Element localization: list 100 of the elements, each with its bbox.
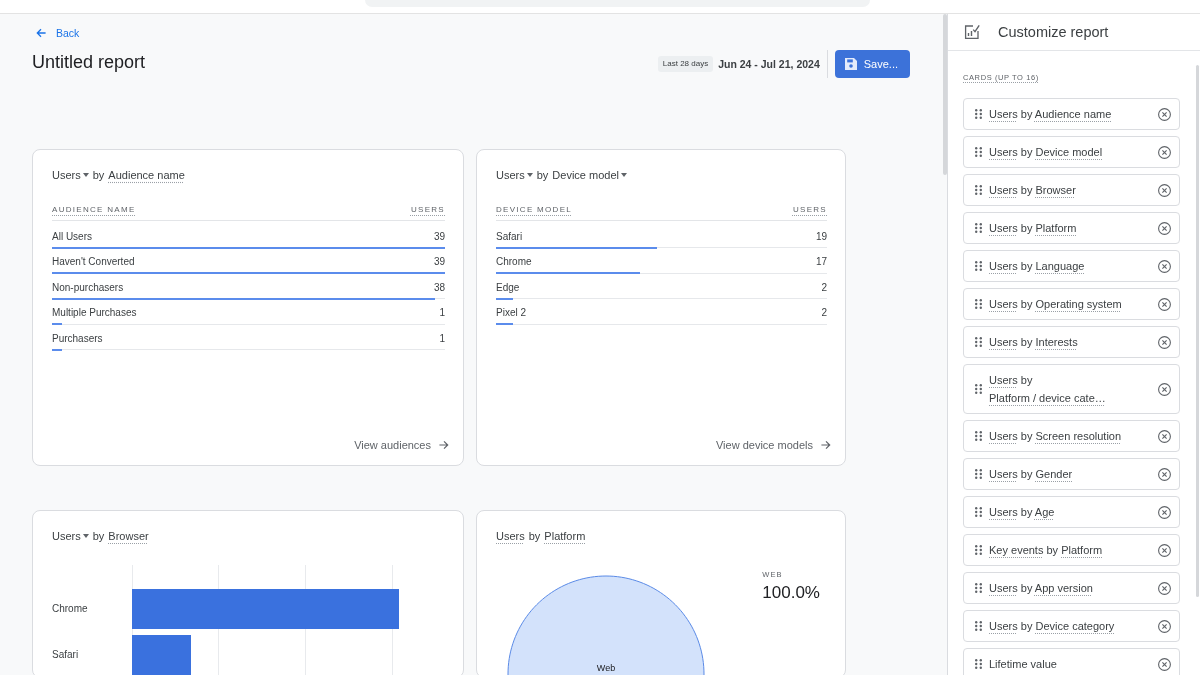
card-item[interactable]: Users by Platform xyxy=(963,212,1180,244)
panel-title: Customize report xyxy=(998,24,1109,40)
drag-handle-icon[interactable] xyxy=(975,223,982,233)
row-value: 17 xyxy=(815,255,827,268)
caret-icon xyxy=(621,173,627,177)
item-label: Users by Browser xyxy=(989,183,1077,198)
card-item[interactable]: Key events by Platform xyxy=(963,534,1180,566)
item-label: Users by Platform xyxy=(989,221,1078,236)
chart-bar xyxy=(132,635,191,675)
legend-value: 100.0% xyxy=(762,583,820,603)
remove-icon[interactable] xyxy=(1158,543,1171,557)
row-label: Haven't Converted xyxy=(52,255,135,268)
view-link[interactable]: View device models xyxy=(716,438,831,452)
remove-icon[interactable] xyxy=(1158,335,1171,349)
view-link[interactable]: View audiences xyxy=(354,438,449,452)
remove-icon[interactable] xyxy=(1158,467,1171,481)
row-value: 39 xyxy=(433,229,445,243)
drag-handle-icon[interactable] xyxy=(975,337,982,347)
column-header: USERS xyxy=(410,204,445,216)
row-label: Safari xyxy=(496,229,523,243)
item-label: Users by Platform / device cate… xyxy=(989,373,1107,406)
back-arrow-icon xyxy=(36,28,46,38)
drag-handle-icon[interactable] xyxy=(975,261,982,271)
page-title: Untitled report xyxy=(32,51,146,73)
dimension-label: Audience name xyxy=(108,168,185,183)
remove-icon[interactable] xyxy=(1158,581,1171,595)
card-item[interactable]: Users by Device category xyxy=(963,610,1180,642)
remove-icon[interactable] xyxy=(1158,183,1171,197)
item-label: Users by Screen resolution xyxy=(989,429,1123,444)
row-value: 2 xyxy=(821,306,827,319)
row-value: 1 xyxy=(439,331,445,345)
drag-handle-icon[interactable] xyxy=(975,109,982,119)
remove-icon[interactable] xyxy=(1158,221,1171,235)
drag-handle-icon[interactable] xyxy=(975,659,982,669)
remove-icon[interactable] xyxy=(1158,619,1171,633)
back-link[interactable]: Back xyxy=(36,25,80,41)
card-item[interactable]: Users by Interests xyxy=(963,326,1180,358)
item-label: Lifetime value xyxy=(989,657,1058,672)
category-label: Safari xyxy=(52,648,79,660)
scrollbar-thumb[interactable] xyxy=(1196,65,1199,597)
row-label: Purchasers xyxy=(52,331,103,345)
caret-icon xyxy=(82,534,89,538)
slice-label: Web xyxy=(596,663,616,674)
card-item[interactable]: Users by Platform / device cate… xyxy=(963,364,1180,414)
save-button[interactable]: Save... xyxy=(834,50,910,78)
remove-icon[interactable] xyxy=(1158,297,1171,311)
title-text: by xyxy=(92,529,105,544)
card-item[interactable]: Users by Browser xyxy=(963,174,1180,206)
item-label: Users by Audience name xyxy=(989,107,1113,122)
remove-icon[interactable] xyxy=(1158,505,1171,519)
drag-handle-icon[interactable] xyxy=(975,583,982,593)
drag-handle-icon[interactable] xyxy=(975,621,982,631)
card-item[interactable]: Users by App version xyxy=(963,572,1180,604)
remove-icon[interactable] xyxy=(1158,657,1171,671)
drag-handle-icon[interactable] xyxy=(975,147,982,157)
drag-handle-icon[interactable] xyxy=(975,545,982,555)
row-label: Chrome xyxy=(496,255,532,268)
remove-icon[interactable] xyxy=(1158,107,1171,121)
scrollbar-thumb[interactable] xyxy=(943,14,947,175)
remove-icon[interactable] xyxy=(1158,259,1171,273)
dimension-label: Platform xyxy=(544,529,586,544)
card-item[interactable]: Users by Age xyxy=(963,496,1180,528)
remove-icon[interactable] xyxy=(1158,429,1171,443)
dimension-label: Browser xyxy=(108,529,149,544)
column-header: USERS xyxy=(792,204,827,216)
metric-dropdown[interactable]: Users xyxy=(496,167,533,183)
item-label: Users by Age xyxy=(989,505,1056,520)
row-value: 19 xyxy=(815,229,827,243)
row-label: Non-purchasers xyxy=(52,280,124,294)
drag-handle-icon[interactable] xyxy=(975,469,982,479)
metric-dropdown[interactable]: Users xyxy=(52,528,89,544)
row-label: All Users xyxy=(52,229,92,243)
chart-edit-icon xyxy=(964,24,980,40)
remove-icon[interactable] xyxy=(1158,145,1171,159)
row-value: 1 xyxy=(439,306,445,319)
drag-handle-icon[interactable] xyxy=(975,384,982,394)
card-item[interactable]: Users by Gender xyxy=(963,458,1180,490)
item-label: Users by Operating system xyxy=(989,297,1123,312)
row-label: Multiple Purchases xyxy=(52,306,137,319)
date-range-button[interactable]: Jun 24 - Jul 21, 2024 xyxy=(718,57,820,71)
remove-icon[interactable] xyxy=(1158,382,1171,396)
column-header: AUDIENCE NAME xyxy=(52,204,136,216)
card-item[interactable]: Users by Device model xyxy=(963,136,1180,168)
item-label: Users by Interests xyxy=(989,335,1079,350)
card-item[interactable]: Users by Screen resolution xyxy=(963,420,1180,452)
title-text: by xyxy=(536,168,549,183)
drag-handle-icon[interactable] xyxy=(975,185,982,195)
title-text: by xyxy=(528,529,541,544)
drag-handle-icon[interactable] xyxy=(975,431,982,441)
item-label: Users by Device model xyxy=(989,145,1104,160)
card-item[interactable]: Users by Operating system xyxy=(963,288,1180,320)
caret-icon xyxy=(526,173,533,177)
dimension-dropdown[interactable]: Device model xyxy=(552,167,627,183)
row-value: 38 xyxy=(433,280,445,294)
metric-dropdown[interactable]: Users xyxy=(52,167,89,183)
drag-handle-icon[interactable] xyxy=(975,299,982,309)
card-item[interactable]: Users by Language xyxy=(963,250,1180,282)
card-item[interactable]: Users by Audience name xyxy=(963,98,1180,130)
drag-handle-icon[interactable] xyxy=(975,507,982,517)
card-item[interactable]: Lifetime value xyxy=(963,648,1180,675)
